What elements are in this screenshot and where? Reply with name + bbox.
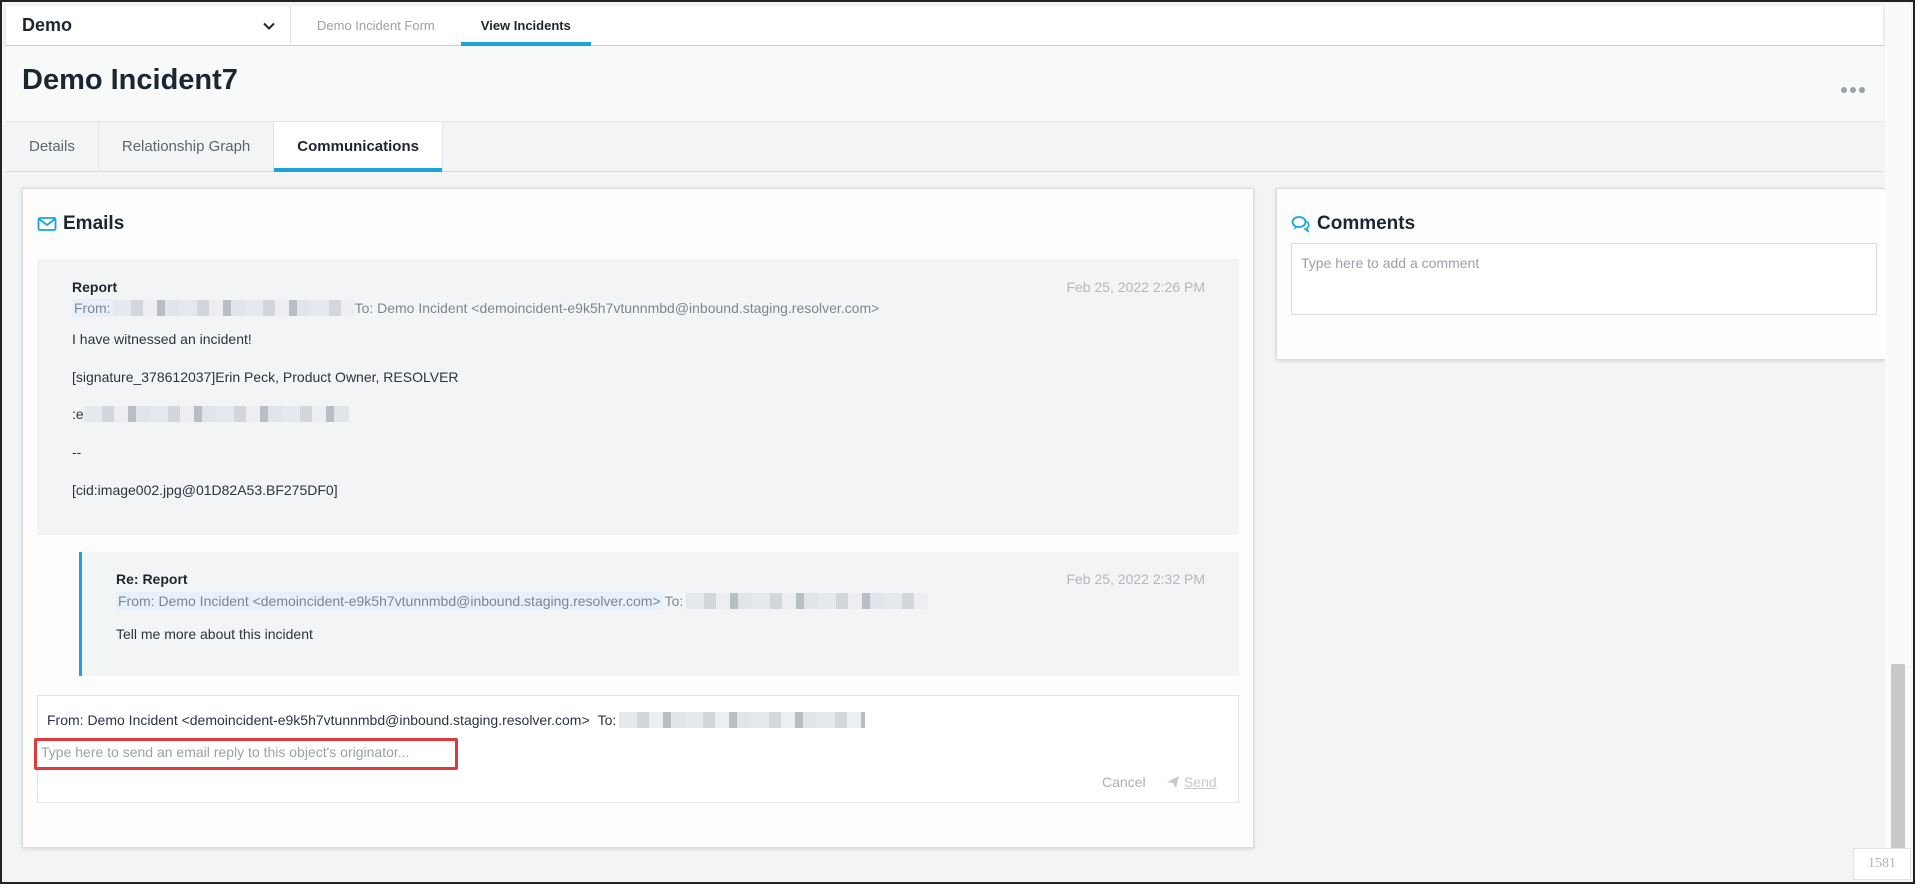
email-body-line: :e xyxy=(72,406,349,422)
tab-details[interactable]: Details xyxy=(6,122,99,171)
comments-heading: Comments xyxy=(1291,213,1415,235)
emails-panel: Emails Report Feb 25, 2022 2:26 PM From:… xyxy=(22,188,1254,848)
app-name: Demo xyxy=(22,15,73,35)
nav-tab-demo-incident-form[interactable]: Demo Incident Form xyxy=(297,6,455,45)
more-options-icon[interactable] xyxy=(1841,80,1871,93)
page-scrollbar[interactable] xyxy=(1885,4,1911,880)
comments-panel: Comments Type here to add a comment xyxy=(1276,188,1888,360)
email-from-to: From: Demo Incident <demoincident-e9k5h7… xyxy=(116,592,929,610)
page-title: Demo Incident7 xyxy=(22,64,238,96)
email-message: Report Feb 25, 2022 2:26 PM From: To: De… xyxy=(37,259,1239,535)
top-nav: Demo Demo Incident Form View Incidents xyxy=(6,6,1883,46)
app-selector[interactable]: Demo xyxy=(6,6,291,45)
reply-to-label: To: xyxy=(597,712,617,728)
envelope-icon xyxy=(37,217,57,231)
comments-heading-label: Comments xyxy=(1317,213,1416,234)
comments-icon xyxy=(1291,216,1310,233)
scroll-thumb[interactable] xyxy=(1891,664,1905,854)
comment-input[interactable]: Type here to add a comment xyxy=(1291,243,1877,315)
email-reply-input[interactable]: Type here to send an email reply to this… xyxy=(34,738,458,770)
email-from-label: From: xyxy=(72,299,113,317)
email-date: Feb 25, 2022 2:26 PM xyxy=(1066,279,1205,295)
send-label: Send xyxy=(1184,774,1217,790)
email-message: Re: Report Feb 25, 2022 2:32 PM From: De… xyxy=(82,552,1239,676)
email-subject: Report xyxy=(72,279,118,295)
chevron-down-icon xyxy=(263,22,275,30)
email-body-line: Tell me more about this incident xyxy=(116,626,313,642)
email-to-label: To: xyxy=(664,593,684,609)
redacted-recipient xyxy=(619,712,866,728)
email-from: From: Demo Incident <demoincident-e9k5h7… xyxy=(116,592,663,610)
email-to: To: Demo Incident <demoincident-e9k5h7vt… xyxy=(354,300,880,316)
nav-tab-view-incidents[interactable]: View Incidents xyxy=(460,6,591,46)
emails-heading-label: Emails xyxy=(63,213,125,234)
email-body-text: :e xyxy=(72,406,84,422)
email-body-line: I have witnessed an incident! xyxy=(72,331,252,347)
reply-from: From: Demo Incident <demoincident-e9k5h7… xyxy=(47,712,590,728)
title-bar: Demo Incident7 xyxy=(6,46,1883,122)
tab-relationship-graph[interactable]: Relationship Graph xyxy=(99,122,275,171)
redacted-recipient xyxy=(686,593,929,609)
redacted-contact xyxy=(83,406,349,422)
send-button[interactable]: Send xyxy=(1166,774,1217,790)
page-number: 1581 xyxy=(1853,848,1911,880)
email-body-line: [signature_378612037]Erin Peck, Product … xyxy=(72,369,459,385)
email-body-line: [cid:image002.jpg@01D82A53.BF275DF0] xyxy=(72,482,338,498)
email-from-to: From: To: Demo Incident <demoincident-e9… xyxy=(72,299,879,317)
email-subject: Re: Report xyxy=(116,571,188,587)
email-date: Feb 25, 2022 2:32 PM xyxy=(1066,571,1205,587)
reply-from-to: From: Demo Incident <demoincident-e9k5h7… xyxy=(47,712,866,728)
redacted-sender xyxy=(112,300,355,316)
reply-composer: From: Demo Incident <demoincident-e9k5h7… xyxy=(34,695,1239,803)
paper-plane-icon xyxy=(1167,776,1179,788)
email-body-line: -- xyxy=(72,444,82,460)
emails-heading: Emails xyxy=(37,213,124,235)
object-tabs: Details Relationship Graph Communication… xyxy=(6,122,1883,172)
tab-communications[interactable]: Communications xyxy=(274,122,443,172)
cancel-button[interactable]: Cancel xyxy=(1102,774,1146,790)
